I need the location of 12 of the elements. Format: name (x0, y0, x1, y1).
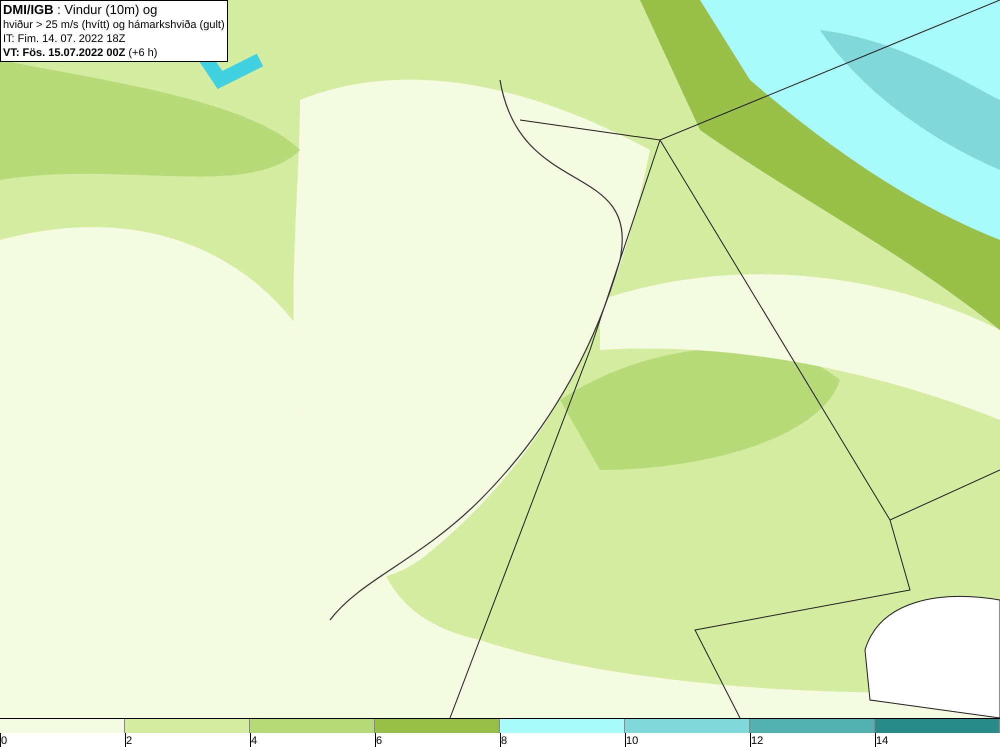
colorbar-tick-label: 8 (501, 735, 508, 747)
colorbar-tick-label: 14 (876, 735, 888, 747)
colorbar-tick-label: 12 (751, 735, 764, 747)
colorbar-tick-label: 10 (626, 735, 638, 747)
colorbar-tick-label: 6 (376, 735, 382, 747)
map-subtitle: hviður > 25 m/s (hvítt) og hámarkshviða (gult) (3, 18, 225, 32)
colorbar-tick-label: 0 (1, 735, 8, 747)
colorbar-tick-label: 2 (126, 735, 132, 747)
map-title: DMI/IGB : Vindur (10m) og (3, 2, 158, 18)
map-subtitle: IT: Fim. 14. 07. 2022 18Z (3, 32, 126, 46)
colorbar-tick-label: 4 (251, 735, 258, 747)
map-subtitle: VT: Fös. 15.07.2022 00Z (+6 h) (3, 46, 158, 60)
